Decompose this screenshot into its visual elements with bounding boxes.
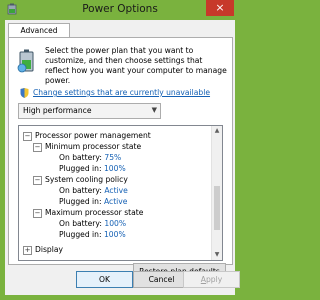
tree-value-label: On battery:	[59, 186, 102, 195]
title-bar[interactable]: Power Options ×	[0, 0, 240, 20]
tree-value[interactable]: Active	[104, 186, 128, 195]
advanced-settings-panel: Select the power plan that you want to c…	[8, 37, 233, 280]
tree-value[interactable]: 75%	[104, 153, 121, 162]
change-settings-link[interactable]: Change settings that are currently unava…	[33, 88, 210, 97]
tree-value[interactable]: 100%	[104, 164, 126, 173]
tree-value-label: Plugged in:	[59, 197, 102, 206]
scroll-thumb[interactable]	[214, 186, 220, 230]
tree-value-minimum-battery[interactable]: On battery: 75%	[59, 152, 121, 163]
tree-group-label: Processor power management	[35, 131, 151, 140]
expand-icon[interactable]: +	[23, 246, 32, 255]
tree-item-label: Minimum processor state	[45, 142, 142, 151]
tree-scrollbar[interactable]: ▲ ▼	[211, 126, 222, 260]
dialog-client-area: Advanced settings Select the power plan …	[5, 20, 240, 295]
cancel-button[interactable]: Cancel	[133, 271, 190, 288]
tree-group-label: Display	[35, 245, 63, 254]
tree-item-label: Maximum processor state	[45, 208, 144, 217]
plan-description: Select the power plan that you want to c…	[45, 46, 227, 85]
window-title: Power Options	[82, 3, 158, 15]
ok-button[interactable]: OK	[76, 271, 133, 288]
power-plan-dropdown[interactable]: High performance ▼	[18, 103, 161, 119]
tree-value[interactable]: 100%	[104, 230, 126, 239]
tree-value-label: Plugged in:	[59, 230, 102, 239]
close-button[interactable]: ×	[206, 0, 234, 16]
power-plan-value: High performance	[23, 106, 92, 115]
shield-icon	[20, 88, 29, 98]
collapse-icon[interactable]: −	[33, 143, 42, 152]
tree-value[interactable]: Active	[104, 197, 128, 206]
tree-value-label: On battery:	[59, 219, 102, 228]
settings-tree[interactable]: − Processor power management − Minimum p…	[18, 125, 223, 261]
tree-value-label: On battery:	[59, 153, 102, 162]
tree-value-cooling-plugged[interactable]: Plugged in: Active	[59, 196, 127, 207]
tree-value-cooling-battery[interactable]: On battery: Active	[59, 185, 128, 196]
apply-button[interactable]: Apply	[183, 271, 240, 288]
tree-item-label: System cooling policy	[45, 175, 128, 184]
power-options-window: Power Options × Advanced settings Select…	[0, 0, 240, 300]
tree-value-maximum-battery[interactable]: On battery: 100%	[59, 218, 126, 229]
tree-value-maximum-plugged[interactable]: Plugged in: 100%	[59, 229, 126, 240]
tab-advanced-settings[interactable]: Advanced settings	[8, 23, 70, 49]
collapse-icon[interactable]: −	[33, 209, 42, 218]
tree-value[interactable]: 100%	[104, 219, 126, 228]
collapse-icon[interactable]: −	[23, 132, 32, 141]
tree-value-label: Plugged in:	[59, 164, 102, 173]
tree-value-minimum-plugged[interactable]: Plugged in: 100%	[59, 163, 126, 174]
battery-icon	[17, 49, 34, 73]
scroll-up-icon[interactable]: ▲	[212, 126, 222, 136]
collapse-icon[interactable]: −	[33, 176, 42, 185]
scroll-down-icon[interactable]: ▼	[212, 250, 222, 260]
apply-label-rest: pply	[205, 275, 223, 284]
chevron-down-icon: ▼	[151, 106, 157, 114]
